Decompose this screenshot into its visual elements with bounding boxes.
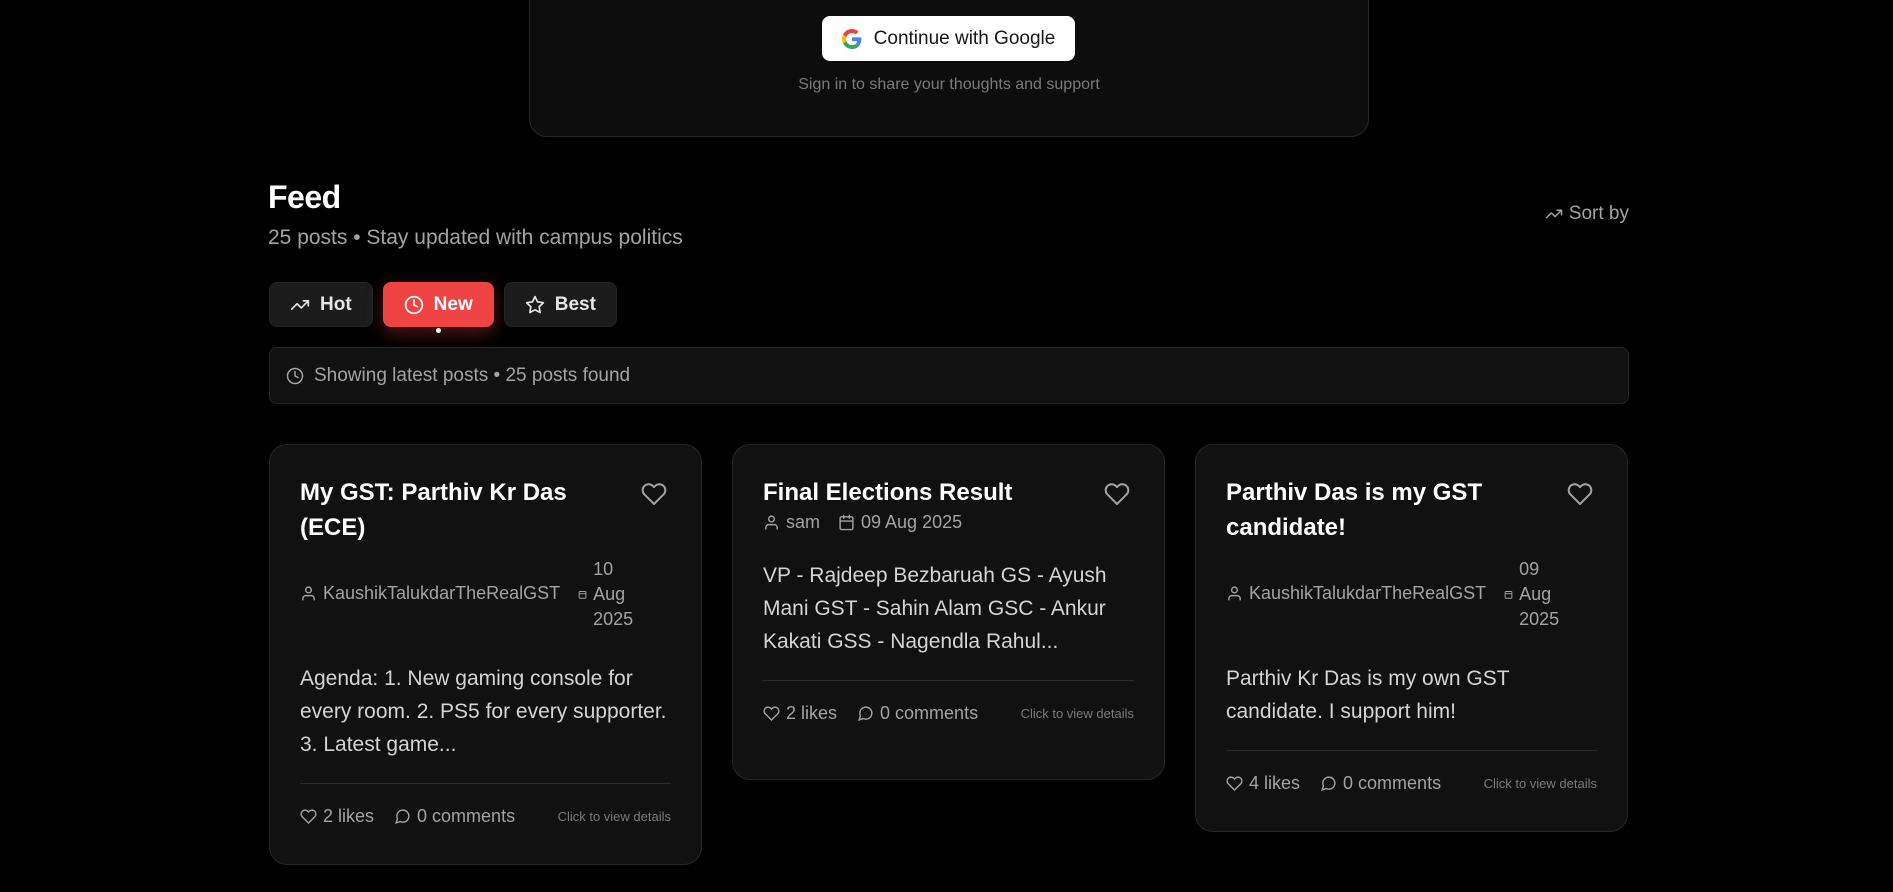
post-date-day: 09 <box>1519 559 1540 579</box>
user-icon <box>763 514 780 531</box>
post-date: 09 Aug 2025 <box>861 512 963 532</box>
post-title: My GST: Parthiv Kr Das (ECE) <box>300 479 567 541</box>
sort-by-button[interactable]: Sort by <box>1545 203 1629 225</box>
status-text: Showing latest posts • 25 posts found <box>314 364 631 386</box>
likes-label: 2 likes <box>786 702 838 723</box>
post-author: sam <box>786 512 821 532</box>
post-title: Parthiv Das is my GST candidate! <box>1226 479 1483 541</box>
likes-count[interactable]: 2 likes <box>763 703 837 724</box>
comment-icon <box>857 705 874 722</box>
likes-count[interactable]: 2 likes <box>300 806 374 827</box>
post-card[interactable]: Final Elections Result sam 09 Aug 2025 V… <box>732 444 1165 780</box>
calendar-icon <box>1504 590 1513 599</box>
post-title: Final Elections Result <box>763 479 1013 506</box>
clock-icon <box>286 367 304 385</box>
heart-icon <box>763 705 780 722</box>
continue-with-google-button[interactable]: Continue with Google <box>822 16 1075 61</box>
post-date-month: Aug <box>1519 584 1552 604</box>
comments-count[interactable]: 0 comments <box>1320 773 1441 794</box>
sort-tabs: Hot New Best <box>269 282 617 333</box>
signin-hint: Sign in to share your thoughts and suppo… <box>798 76 1100 93</box>
view-details-link[interactable]: Click to view details <box>1484 776 1597 791</box>
tab-new[interactable]: New <box>382 282 494 333</box>
tab-best[interactable]: Best <box>503 282 617 327</box>
post-author: KaushikTalukdarTheRealGST <box>1249 583 1487 603</box>
comments-label: 0 comments <box>880 702 979 723</box>
post-date-month: Aug <box>593 584 626 604</box>
comments-label: 0 comments <box>1343 772 1442 793</box>
trending-up-icon <box>290 295 310 315</box>
post-card[interactable]: Parthiv Das is my GST candidate! Kaushik… <box>1195 444 1628 832</box>
post-date-day: 10 <box>593 559 614 579</box>
post-date-year: 2025 <box>593 609 634 629</box>
heart-icon <box>1226 775 1243 792</box>
post-excerpt: Agenda: 1. New gaming console for every … <box>300 667 667 756</box>
likes-label: 2 likes <box>323 805 375 826</box>
google-icon <box>841 28 862 49</box>
calendar-icon <box>838 514 855 531</box>
google-button-label: Continue with Google <box>873 27 1056 49</box>
comment-icon <box>394 808 411 825</box>
comment-icon <box>1320 775 1337 792</box>
page-title: Feed <box>268 179 341 215</box>
user-icon <box>1226 585 1243 602</box>
tab-label: Hot <box>320 293 352 315</box>
likes-count[interactable]: 4 likes <box>1226 773 1300 794</box>
trending-up-icon <box>1545 205 1563 223</box>
tab-hot[interactable]: Hot <box>269 282 373 327</box>
post-author: KaushikTalukdarTheRealGST <box>323 583 561 603</box>
clock-icon <box>404 295 424 315</box>
post-date-year: 2025 <box>1519 609 1560 629</box>
comments-count[interactable]: 0 comments <box>394 806 515 827</box>
comments-label: 0 comments <box>417 805 516 826</box>
view-details-link[interactable]: Click to view details <box>1021 706 1134 721</box>
star-icon <box>525 295 545 315</box>
calendar-icon <box>578 590 587 599</box>
tab-label: New <box>433 293 473 315</box>
post-card[interactable]: My GST: Parthiv Kr Das (ECE) KaushikTalu… <box>269 444 702 865</box>
like-heart-icon[interactable] <box>1567 481 1593 507</box>
comments-count[interactable]: 0 comments <box>857 703 978 724</box>
like-heart-icon[interactable] <box>641 481 667 507</box>
view-details-link[interactable]: Click to view details <box>558 809 671 824</box>
post-excerpt: Parthiv Kr Das is my own GST candidate. … <box>1226 667 1510 723</box>
sort-by-label: Sort by <box>1568 203 1629 224</box>
heart-icon <box>300 808 317 825</box>
user-icon <box>300 585 317 602</box>
feed-subtitle: 25 posts • Stay updated with campus poli… <box>268 226 683 249</box>
like-heart-icon[interactable] <box>1104 481 1130 507</box>
post-excerpt: VP - Rajdeep Bezbaruah GS - Ayush Mani G… <box>763 564 1107 653</box>
likes-label: 4 likes <box>1249 772 1301 793</box>
feed-status-bar: Showing latest posts • 25 posts found <box>269 347 1629 404</box>
tab-label: Best <box>554 293 596 315</box>
